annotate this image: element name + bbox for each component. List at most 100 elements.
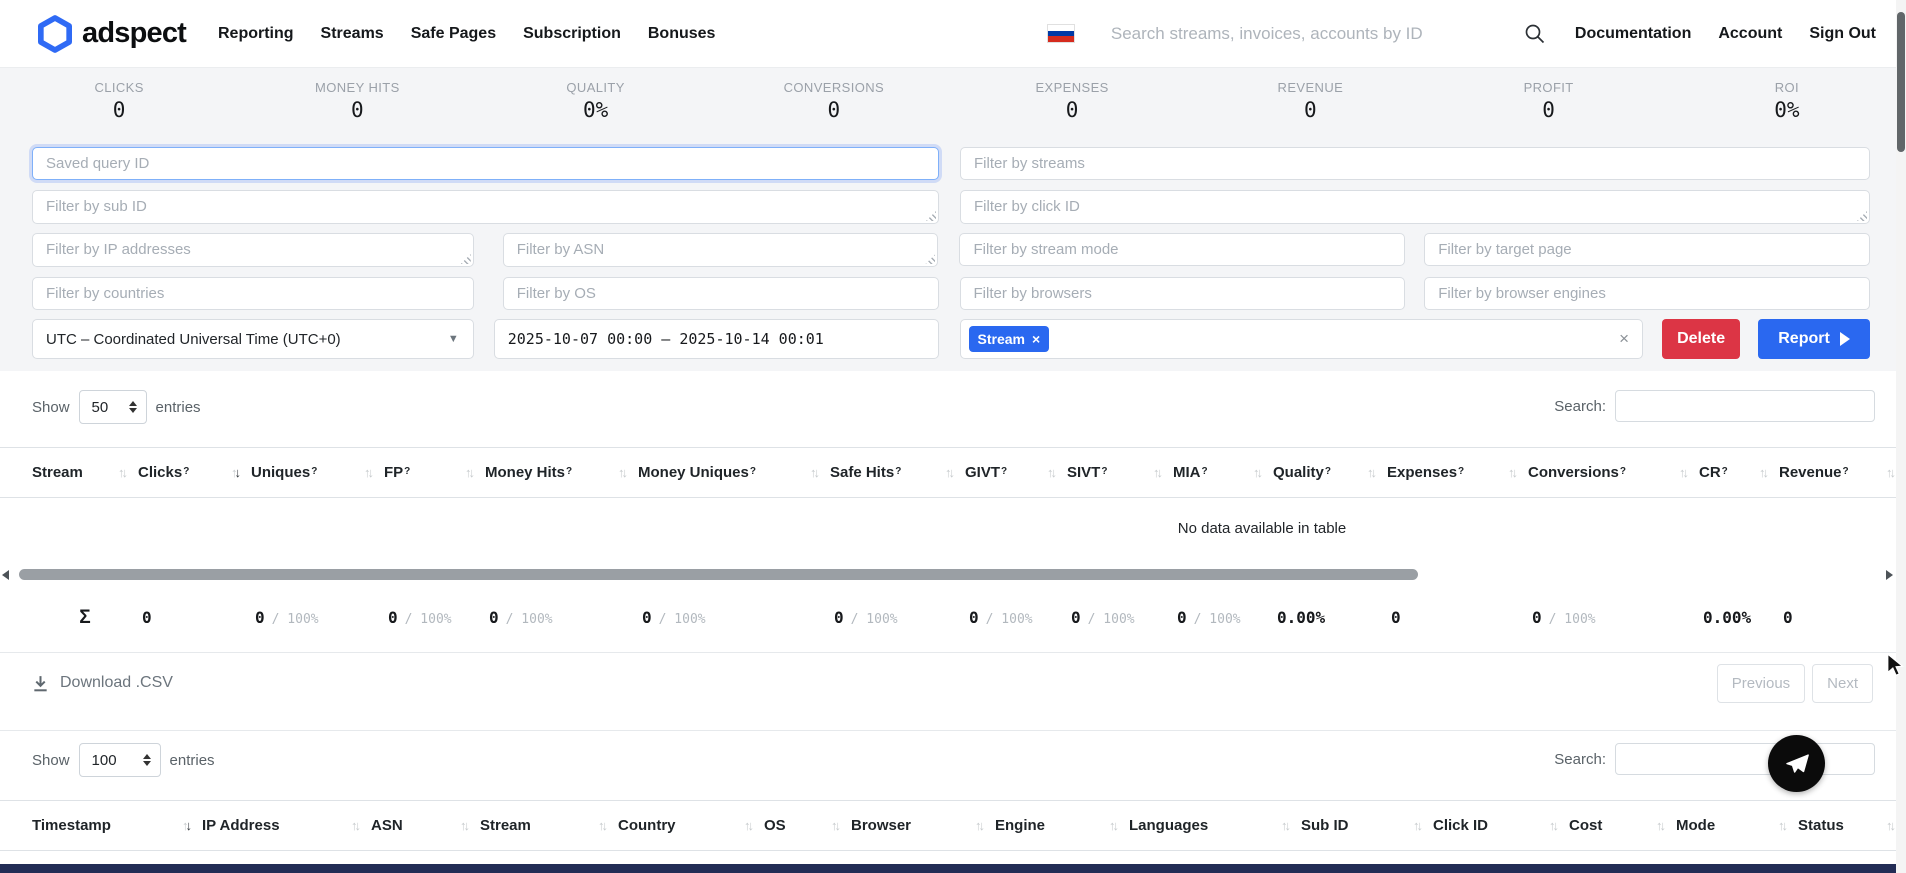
sort-icon[interactable]: ↑↓ [738,818,751,833]
column-header-browser[interactable]: Browser↑↓ [851,817,995,834]
delete-button[interactable]: Delete [1662,319,1740,359]
nav-item-safe-pages[interactable]: Safe Pages [411,25,496,43]
sort-icon[interactable]: ↑↓ [1650,818,1663,833]
topnav-link-account[interactable]: Account [1718,25,1782,43]
table1-search-input[interactable] [1615,390,1875,422]
sort-icon[interactable]: ↑↓ [1103,818,1116,833]
column-header-mode[interactable]: Mode↑↓ [1676,817,1798,834]
sort-icon[interactable]: ↑↓ [1247,465,1260,480]
clear-select-icon[interactable]: × [1619,329,1629,349]
column-header-asn[interactable]: ASN↑↓ [371,817,480,834]
column-header-stream[interactable]: Stream↑↓ [480,817,618,834]
sort-icon[interactable]: ↑↓ [459,465,472,480]
sort-icon[interactable]: ↑↓ [1502,465,1515,480]
nav-item-bonuses[interactable]: Bonuses [648,25,716,43]
scroll-left-arrow-icon[interactable] [2,570,9,580]
sort-icon[interactable]: ↑↓ [1673,465,1686,480]
sort-icon[interactable]: ↑↓ [1543,818,1556,833]
table1-page-size-select[interactable]: 50 [79,390,147,424]
column-header-cr[interactable]: CR?↑↓ [1699,464,1779,481]
sort-icon[interactable]: ↑↓ [1361,465,1374,480]
vertical-scrollbar[interactable] [1896,0,1906,873]
table2-page-size-select[interactable]: 100 [79,743,161,777]
column-header-money-uniques[interactable]: Money Uniques?↑↓ [638,464,830,481]
column-header-conversions[interactable]: Conversions?↑↓ [1528,464,1699,481]
horizontal-scrollbar-thumb[interactable] [19,569,1418,580]
next-page-button[interactable]: Next [1812,664,1873,703]
column-header-status[interactable]: Status↑↓ [1798,817,1906,834]
sort-icon[interactable]: ↑↓ [358,465,371,480]
sort-icon[interactable]: ↑↓ [112,465,125,480]
column-header-uniques[interactable]: Uniques?↑↓ [251,464,384,481]
sort-icon[interactable]: ↑↓ [1275,818,1288,833]
sort-icon[interactable]: ↑↓ [939,465,952,480]
search-icon[interactable] [1523,22,1547,46]
topnav-link-sign-out[interactable]: Sign Out [1809,25,1876,43]
sort-icon[interactable]: ↑↓ [454,818,467,833]
column-header-fp[interactable]: FP?↑↓ [384,464,485,481]
nav-item-reporting[interactable]: Reporting [218,25,294,43]
topnav-link-documentation[interactable]: Documentation [1575,25,1691,43]
column-header-expenses[interactable]: Expenses?↑↓ [1387,464,1528,481]
column-header-givt[interactable]: GIVT?↑↓ [965,464,1067,481]
filter-streams-input[interactable] [960,147,1870,180]
filter-target-page-input[interactable] [1424,233,1870,266]
filter-sub-id-textarea[interactable] [32,190,939,224]
sort-icon[interactable]: ↑↓ [1407,818,1420,833]
adspect-logo[interactable]: adspect [38,15,186,53]
group-by-multiselect[interactable]: Stream × × [960,319,1644,359]
column-header-sivt[interactable]: SIVT?↑↓ [1067,464,1173,481]
sort-icon[interactable]: ↑↓ [176,818,189,833]
column-header-revenue[interactable]: Revenue?↑↓ [1779,464,1906,481]
remove-tag-icon[interactable]: × [1032,332,1040,346]
column-header-stream[interactable]: Stream↑↓ [32,464,138,481]
sort-icon[interactable]: ↑↓ [1147,465,1160,480]
column-header-clicks[interactable]: Clicks?↑↓ [138,464,251,481]
global-search-input[interactable] [1111,17,1501,51]
sort-icon[interactable]: ↑↓ [1880,465,1893,480]
sort-icon[interactable]: ↑↓ [804,465,817,480]
column-header-click-id[interactable]: Click ID↑↓ [1433,817,1569,834]
filter-ip-textarea[interactable] [32,233,474,267]
language-flag-russian[interactable] [1047,24,1075,43]
column-header-timestamp[interactable]: Timestamp↑↓ [32,817,202,834]
column-header-mia[interactable]: MIA?↑↓ [1173,464,1273,481]
sort-icon[interactable]: ↑↓ [225,465,238,480]
sort-icon[interactable]: ↑↓ [825,818,838,833]
sort-icon[interactable]: ↑↓ [1880,818,1893,833]
column-header-money-hits[interactable]: Money Hits?↑↓ [485,464,638,481]
column-header-quality[interactable]: Quality?↑↓ [1273,464,1387,481]
filter-click-id-textarea[interactable] [960,190,1870,224]
horizontal-scrollbar[interactable] [0,566,1906,583]
nav-item-subscription[interactable]: Subscription [523,25,621,43]
telegram-button[interactable] [1768,735,1825,792]
filter-stream-mode-input[interactable] [959,233,1405,266]
table2-search-input[interactable] [1615,743,1875,775]
column-header-cost[interactable]: Cost↑↓ [1569,817,1676,834]
nav-item-streams[interactable]: Streams [321,25,384,43]
group-tag-stream[interactable]: Stream × [969,326,1050,352]
download-csv-button[interactable]: Download .CSV [32,674,173,692]
sort-icon[interactable]: ↑↓ [1753,465,1766,480]
table2-row-partial[interactable] [0,864,1906,873]
filter-browsers-input[interactable] [960,277,1406,310]
column-header-ip-address[interactable]: IP Address↑↓ [202,817,371,834]
filter-countries-input[interactable] [32,277,474,310]
filter-os-input[interactable] [503,277,939,310]
column-header-sub-id[interactable]: Sub ID↑↓ [1301,817,1433,834]
column-header-safe-hits[interactable]: Safe Hits?↑↓ [830,464,965,481]
filter-asn-textarea[interactable] [503,233,939,267]
date-range-input[interactable]: 2025-10-07 00:00 – 2025-10-14 00:01 [494,319,939,359]
sort-icon[interactable]: ↑↓ [612,465,625,480]
report-button[interactable]: Report [1758,319,1870,359]
sort-icon[interactable]: ↑↓ [592,818,605,833]
saved-query-input[interactable] [32,147,939,180]
column-header-engine[interactable]: Engine↑↓ [995,817,1129,834]
sort-icon[interactable]: ↑↓ [1772,818,1785,833]
scroll-right-arrow-icon[interactable] [1886,570,1893,580]
vertical-scrollbar-thumb[interactable] [1897,12,1905,152]
column-header-os[interactable]: OS↑↓ [764,817,851,834]
sort-icon[interactable]: ↑↓ [345,818,358,833]
previous-page-button[interactable]: Previous [1717,664,1805,703]
timezone-select[interactable]: UTC – Coordinated Universal Time (UTC+0)… [32,319,474,359]
